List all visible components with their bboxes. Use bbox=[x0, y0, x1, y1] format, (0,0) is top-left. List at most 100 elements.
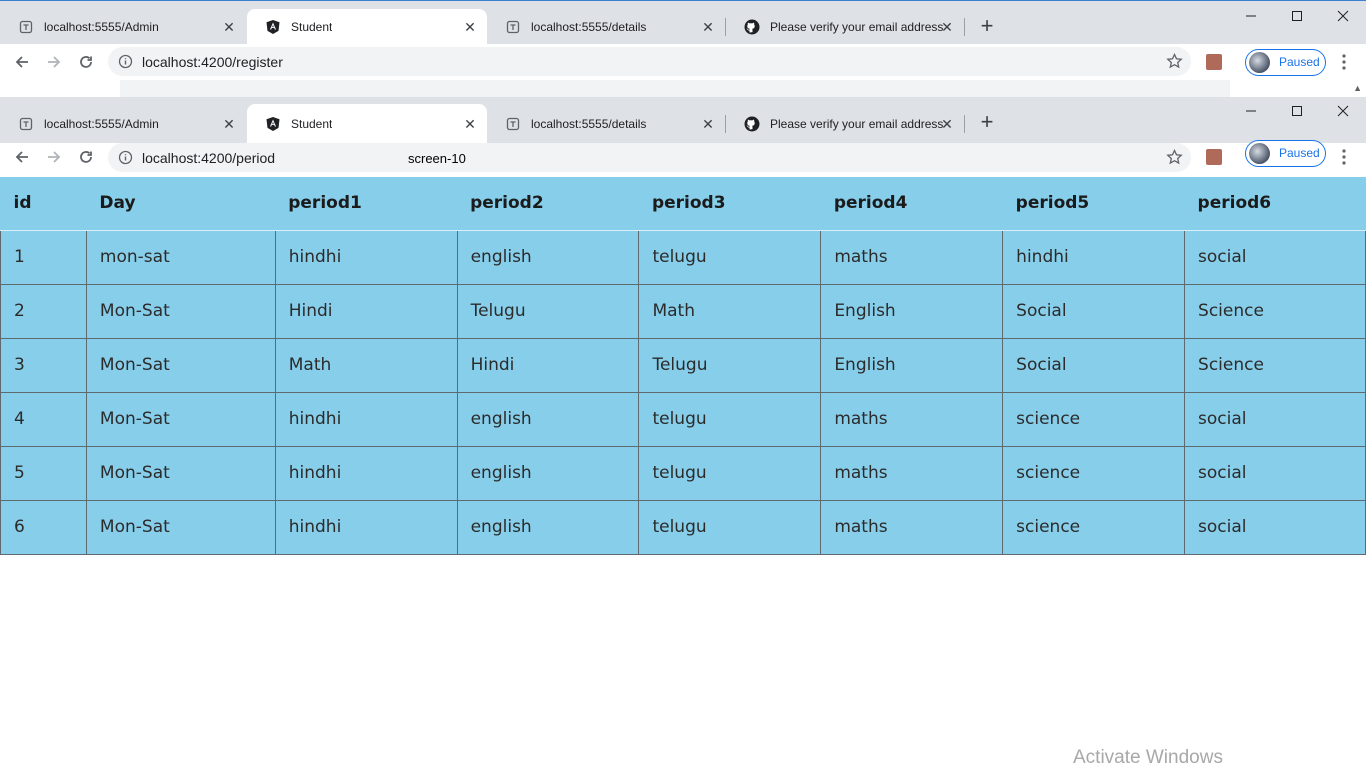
forward-button[interactable] bbox=[44, 147, 64, 167]
new-tab-button[interactable]: + bbox=[975, 111, 999, 135]
close-icon[interactable]: ✕ bbox=[463, 20, 477, 34]
table-cell: Hindi bbox=[456, 337, 640, 393]
table-cell: English bbox=[820, 283, 1004, 339]
column-header-period6: period6 bbox=[1184, 177, 1366, 231]
profile-button[interactable]: Paused bbox=[1245, 140, 1326, 167]
tab-admin[interactable]: localhost:5555/Admin ✕ bbox=[0, 9, 246, 44]
tab-student[interactable]: Student ✕ bbox=[247, 9, 487, 44]
table-cell: Telugu bbox=[638, 337, 822, 393]
address-bar[interactable]: localhost:4200/register bbox=[108, 47, 1191, 76]
address-bar[interactable]: localhost:4200/period bbox=[108, 143, 1191, 172]
tab-student[interactable]: Student ✕ bbox=[247, 104, 487, 143]
maximize-button[interactable] bbox=[1287, 101, 1307, 121]
minimize-button[interactable] bbox=[1241, 6, 1261, 26]
table-cell: science bbox=[1002, 445, 1186, 501]
profile-button[interactable]: Paused bbox=[1245, 49, 1326, 76]
minimize-button[interactable] bbox=[1241, 101, 1261, 121]
table-cell: Telugu bbox=[456, 283, 640, 339]
table-cell: social bbox=[1184, 499, 1366, 555]
table-cell: 1 bbox=[0, 229, 87, 285]
tab-label: localhost:5555/details bbox=[531, 19, 647, 34]
table-cell: Science bbox=[1184, 283, 1366, 339]
tab-github[interactable]: Please verify your email address ✕ bbox=[726, 9, 964, 44]
column-header-day: Day bbox=[86, 177, 276, 231]
scroll-up-icon[interactable]: ▲ bbox=[1353, 83, 1362, 93]
forward-button[interactable] bbox=[44, 52, 64, 72]
maximize-button[interactable] bbox=[1287, 6, 1307, 26]
info-icon[interactable] bbox=[118, 150, 133, 165]
column-header-period4: period4 bbox=[820, 177, 1003, 231]
close-window-button[interactable] bbox=[1333, 101, 1353, 121]
table-row: 1 mon-sat hindhi english telugu maths hi… bbox=[0, 229, 1366, 285]
column-header-period3: period3 bbox=[638, 177, 821, 231]
table-cell: telugu bbox=[638, 499, 822, 555]
bookmark-star-icon[interactable] bbox=[1166, 52, 1183, 70]
close-icon[interactable]: ✕ bbox=[940, 20, 954, 34]
table-cell: hindhi bbox=[274, 499, 458, 555]
table-cell: Hindi bbox=[274, 283, 458, 339]
table-cell: english bbox=[456, 229, 640, 285]
table-cell: hindhi bbox=[274, 445, 458, 501]
page-icon bbox=[18, 19, 34, 35]
close-icon[interactable]: ✕ bbox=[701, 20, 715, 34]
table-row: 2 Mon-Sat Hindi Telugu Math English Soci… bbox=[0, 283, 1366, 339]
table-cell: hindhi bbox=[274, 391, 458, 447]
url-text: localhost:4200/register bbox=[142, 54, 283, 70]
column-header-period1: period1 bbox=[275, 177, 458, 231]
page-icon bbox=[505, 116, 521, 132]
close-window-button[interactable] bbox=[1333, 6, 1353, 26]
table-cell: Mon-Sat bbox=[85, 499, 276, 555]
close-icon[interactable]: ✕ bbox=[222, 20, 236, 34]
close-icon[interactable]: ✕ bbox=[463, 117, 477, 131]
table-cell: science bbox=[1002, 391, 1186, 447]
table-cell: Math bbox=[274, 337, 458, 393]
tab-admin[interactable]: localhost:5555/Admin ✕ bbox=[0, 104, 246, 143]
reload-button[interactable] bbox=[76, 52, 96, 72]
column-header-period5: period5 bbox=[1002, 177, 1185, 231]
table-cell: 6 bbox=[0, 499, 87, 555]
table-cell: 5 bbox=[0, 445, 87, 501]
avatar bbox=[1249, 52, 1270, 73]
table-cell: maths bbox=[820, 499, 1004, 555]
table-cell: Mon-Sat bbox=[85, 391, 276, 447]
bookmark-star-icon[interactable] bbox=[1166, 148, 1183, 166]
angular-icon bbox=[265, 19, 281, 35]
table-cell: telugu bbox=[638, 229, 822, 285]
table-row: 5 Mon-Sat hindhi english telugu maths sc… bbox=[0, 445, 1366, 501]
page-content: id Day period1 period2 period3 period4 p… bbox=[0, 177, 1366, 768]
close-icon[interactable]: ✕ bbox=[701, 117, 715, 131]
front-browser-window: localhost:5555/Admin ✕ Student ✕ localho… bbox=[0, 97, 1366, 177]
tab-details[interactable]: localhost:5555/details ✕ bbox=[487, 9, 725, 44]
table-cell: Social bbox=[1002, 283, 1186, 339]
menu-icon[interactable] bbox=[1341, 148, 1347, 166]
table-row: 3 Mon-Sat Math Hindi Telugu English Soci… bbox=[0, 337, 1366, 393]
table-cell: english bbox=[456, 499, 640, 555]
table-cell: 4 bbox=[0, 391, 87, 447]
tab-separator bbox=[964, 18, 965, 36]
table-cell: 2 bbox=[0, 283, 87, 339]
tab-details[interactable]: localhost:5555/details ✕ bbox=[487, 104, 725, 143]
menu-icon[interactable] bbox=[1341, 53, 1347, 71]
table-cell: English bbox=[820, 337, 1004, 393]
page-icon bbox=[505, 19, 521, 35]
close-icon[interactable]: ✕ bbox=[940, 117, 954, 131]
back-button[interactable] bbox=[12, 52, 32, 72]
back-button[interactable] bbox=[12, 147, 32, 167]
table-cell: english bbox=[456, 391, 640, 447]
close-icon[interactable]: ✕ bbox=[222, 117, 236, 131]
table-row: 4 Mon-Sat hindhi english telugu maths sc… bbox=[0, 391, 1366, 447]
table-cell: telugu bbox=[638, 445, 822, 501]
angular-icon bbox=[265, 116, 281, 132]
pdf-extension-icon[interactable] bbox=[1206, 54, 1222, 70]
pdf-extension-icon[interactable] bbox=[1206, 149, 1222, 165]
table-cell: maths bbox=[820, 391, 1004, 447]
tab-label: localhost:5555/details bbox=[531, 116, 647, 131]
info-icon[interactable] bbox=[118, 54, 133, 69]
page-icon bbox=[18, 116, 34, 132]
tab-label: Student bbox=[291, 116, 333, 131]
new-tab-button[interactable]: + bbox=[975, 15, 999, 39]
reload-button[interactable] bbox=[76, 147, 96, 167]
tab-github[interactable]: Please verify your email address ✕ bbox=[726, 104, 964, 143]
table-cell: social bbox=[1184, 391, 1366, 447]
table-header-row: id Day period1 period2 period3 period4 p… bbox=[0, 177, 1366, 231]
